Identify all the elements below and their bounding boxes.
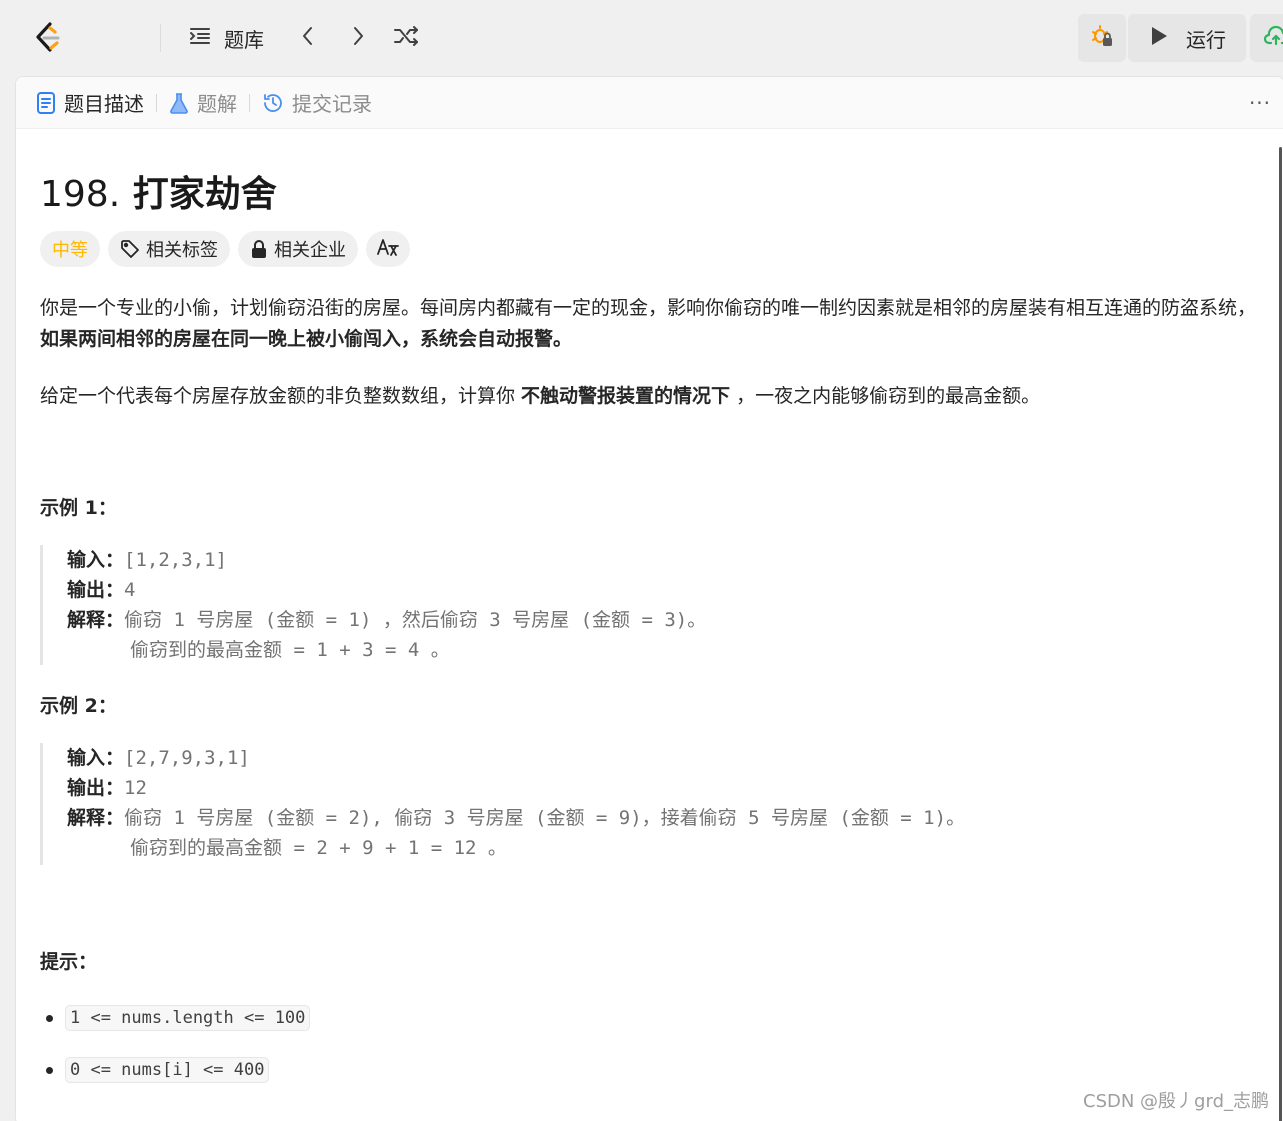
explain-value: 偷窃 1 号房屋 (金额 = 2), 偷窃 3 号房屋 (金额 = 9)，接着偷… <box>124 807 966 829</box>
tag-icon <box>120 239 140 259</box>
related-tags-label: 相关标签 <box>146 240 218 261</box>
example-output-row: 输出：12 <box>67 773 965 803</box>
problem-name: 打家劫舍 <box>132 174 277 215</box>
debug-button[interactable] <box>1078 14 1126 62</box>
output-value: 4 <box>124 579 136 601</box>
input-key: 输入： <box>67 549 125 571</box>
constraint-code: 0 <= nums[i] <= 400 <box>65 1057 270 1083</box>
problem-list-label: 题库 <box>224 27 264 52</box>
tab-description-label: 题目描述 <box>64 92 144 116</box>
problem-number: 198. <box>40 174 121 215</box>
watermark: CSDN @殷丿grd_志鹏 <box>1083 1091 1269 1112</box>
upload-cloud-icon <box>1263 24 1283 52</box>
related-tags-button[interactable]: 相关标签 <box>108 231 230 267</box>
run-button[interactable]: 运行 <box>1128 14 1246 62</box>
output-key: 输出： <box>67 777 125 799</box>
example-2-heading: 示例 2： <box>40 695 117 717</box>
prev-problem-button[interactable] <box>296 22 320 54</box>
more-options-button[interactable]: ··· <box>1248 91 1272 115</box>
flask-icon <box>169 92 189 114</box>
next-problem-button[interactable] <box>346 22 370 54</box>
translate-icon <box>377 237 399 262</box>
tab-divider <box>249 93 250 112</box>
random-problem-button[interactable] <box>392 22 422 54</box>
problem-tags: 中等 相关标签 相关企业 <box>40 231 410 267</box>
example-1-heading: 示例 1： <box>40 497 117 519</box>
tab-description[interactable]: 题目描述 <box>36 77 144 129</box>
top-navbar: 题库 运行 <box>0 0 1283 76</box>
problem-description-2: 给定一个代表每个房屋存放金额的非负整数数组，计算你 不触动警报装置的情况下 ，一… <box>40 381 1265 412</box>
desc-period: 。 <box>553 328 573 350</box>
related-companies-label: 相关企业 <box>274 240 346 261</box>
leetcode-logo[interactable] <box>30 20 66 56</box>
output-value: 12 <box>124 777 147 799</box>
debug-icon <box>1089 23 1115 53</box>
play-icon <box>1148 24 1170 52</box>
example-1-block: 输入：[1,2,3,1] 输出：4 解释：偷窃 1 号房屋 (金额 = 1) ，… <box>40 545 706 665</box>
difficulty-badge: 中等 <box>40 231 100 267</box>
example-explain-row-2: 偷窃到的最高金额 = 1 + 3 = 4 。 <box>67 635 706 665</box>
problem-list-button[interactable]: 题库 <box>188 22 264 54</box>
output-key: 输出： <box>67 579 125 601</box>
related-companies-button[interactable]: 相关企业 <box>238 231 358 267</box>
explain-key: 解释： <box>67 807 125 829</box>
tab-divider <box>156 93 157 112</box>
document-icon <box>36 91 56 114</box>
example-explain-row: 解释：偷窃 1 号房屋 (金额 = 2), 偷窃 3 号房屋 (金额 = 9)，… <box>67 803 965 833</box>
bullet <box>46 1066 53 1074</box>
constraints-heading: 提示： <box>40 951 98 973</box>
tab-submissions[interactable]: 提交记录 <box>262 77 372 129</box>
explain-key: 解释： <box>67 609 125 631</box>
problem-description-1: 你是一个专业的小偷，计划偷窃沿街的房屋。每间房内都藏有一定的现金，影响你偷窃的唯… <box>40 293 1265 355</box>
tab-solutions[interactable]: 题解 <box>169 77 237 129</box>
tab-solutions-label: 题解 <box>197 92 237 116</box>
example-explain-row: 解释：偷窃 1 号房屋 (金额 = 1) ，然后偷窃 3 号房屋 (金额 = 3… <box>67 605 706 635</box>
scrollbar[interactable] <box>1279 147 1282 1121</box>
example-2-block: 输入：[2,7,9,3,1] 输出：12 解释：偷窃 1 号房屋 (金额 = 2… <box>40 743 965 865</box>
description-panel: 题目描述 题解 提交记录 ··· 198. 打家劫舍 中等 相关标签 相关企业 … <box>15 76 1283 1121</box>
example-explain-row-2: 偷窃到的最高金额 = 2 + 9 + 1 = 12 。 <box>67 833 965 863</box>
constraint-code: 1 <= nums.length <= 100 <box>65 1005 311 1031</box>
desc-text: 你是一个专业的小偷，计划偷窃沿街的房屋。每间房内都藏有一定的现金，影响你偷窃的唯… <box>40 297 1257 319</box>
explain-value-2: 偷窃到的最高金额 = 1 + 3 = 4 。 <box>130 639 450 661</box>
example-input-row: 输入：[2,7,9,3,1] <box>67 743 965 773</box>
desc-text: ，一夜之内能够偷窃到的最高金额。 <box>730 385 1041 407</box>
example-input-row: 输入：[1,2,3,1] <box>67 545 706 575</box>
input-value: [2,7,9,3,1] <box>124 747 250 769</box>
problem-title: 198. 打家劫舍 <box>40 165 277 217</box>
input-value: [1,2,3,1] <box>124 549 227 571</box>
example-output-row: 输出：4 <box>67 575 706 605</box>
shuffle-icon <box>392 24 420 52</box>
desc-bold: 如果两间相邻的房屋在同一晚上被小偷闯入，系统会自动报警 <box>40 328 554 350</box>
lock-icon <box>250 239 268 259</box>
chevron-left-icon <box>296 24 320 52</box>
run-label: 运行 <box>1186 27 1226 52</box>
nav-divider <box>160 24 161 52</box>
history-icon <box>262 92 284 114</box>
bullet <box>46 1014 53 1022</box>
input-key: 输入： <box>67 747 125 769</box>
explain-value: 偷窃 1 号房屋 (金额 = 1) ，然后偷窃 3 号房屋 (金额 = 3)。 <box>124 609 707 631</box>
submit-button[interactable] <box>1250 14 1283 62</box>
panel-tabs: 题目描述 题解 提交记录 ··· <box>16 77 1283 129</box>
chevron-right-icon <box>346 24 370 52</box>
tab-submissions-label: 提交记录 <box>292 92 372 116</box>
desc-text: 给定一个代表每个房屋存放金额的非负整数数组，计算你 <box>40 385 522 407</box>
list-item: 1 <= nums.length <= 100 <box>46 1005 311 1031</box>
list-icon <box>188 24 212 52</box>
translate-button[interactable] <box>366 231 410 267</box>
list-item: 0 <= nums[i] <= 400 <box>46 1057 270 1083</box>
explain-value-2: 偷窃到的最高金额 = 2 + 9 + 1 = 12 。 <box>130 837 507 859</box>
desc-bold: 不触动警报装置的情况下 <box>521 385 731 407</box>
